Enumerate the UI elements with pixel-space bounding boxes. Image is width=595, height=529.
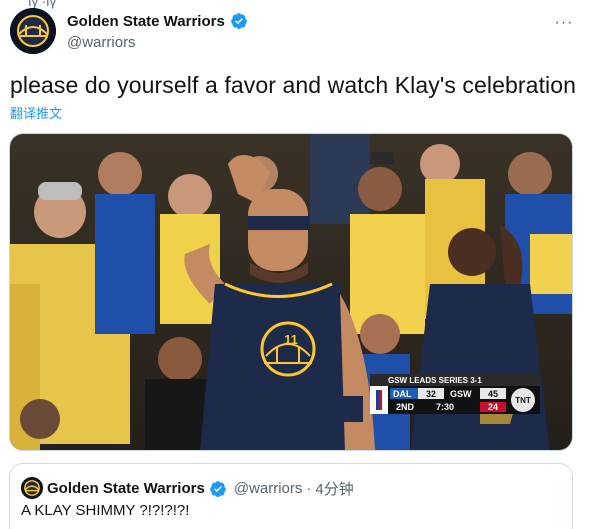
translate-link[interactable]: 翻译推文 — [10, 103, 62, 122]
shot-clock: 24 — [488, 402, 498, 412]
verified-badge-icon — [230, 13, 247, 30]
jersey-number: 11 — [284, 332, 298, 347]
tweet-header: Golden State Warriors @warriors ··· — [10, 8, 585, 56]
handle[interactable]: @warriors — [67, 34, 136, 51]
quote-separator: · — [306, 480, 312, 497]
name-row: Golden State Warriors — [67, 12, 248, 30]
video-media[interactable]: 11 GSW LEADS SERIES 3-1 DAL 32 GSW 45 2N… — [9, 133, 573, 451]
tweet-text: please do yourself a favor and watch Kla… — [10, 72, 577, 98]
quarter: 2ND — [396, 402, 415, 412]
team1-name: DAL — [393, 389, 412, 399]
avatar[interactable] — [10, 8, 56, 54]
quoted-tweet[interactable]: Golden State Warriors @warriors · 4分钟 A … — [9, 463, 573, 529]
quote-handle[interactable]: @warriors — [234, 480, 303, 497]
game-clock: 7:30 — [436, 402, 454, 412]
warriors-logo-icon — [21, 477, 43, 499]
warriors-logo-icon — [10, 8, 56, 54]
team2-score: 45 — [488, 389, 498, 399]
verified-badge-icon — [209, 480, 226, 497]
quote-header: Golden State Warriors @warriors · 4分钟 — [47, 478, 354, 499]
video-frame: 11 GSW LEADS SERIES 3-1 DAL 32 GSW 45 2N… — [10, 134, 572, 450]
more-icon[interactable]: ··· — [551, 10, 577, 36]
network-logo-text: TNT — [515, 396, 531, 405]
quote-timestamp[interactable]: 4分钟 — [315, 478, 353, 499]
scoreboard: GSW LEADS SERIES 3-1 DAL 32 GSW 45 2ND 7… — [370, 374, 540, 414]
quote-text: A KLAY SHIMMY ?!?!?!?! — [21, 502, 190, 519]
display-name[interactable]: Golden State Warriors — [67, 13, 225, 30]
quote-display-name[interactable]: Golden State Warriors — [47, 480, 205, 497]
series-text: GSW LEADS SERIES 3-1 — [388, 376, 482, 385]
team1-score: 32 — [426, 389, 436, 399]
team2-name: GSW — [450, 389, 472, 399]
quote-avatar[interactable] — [21, 477, 43, 499]
